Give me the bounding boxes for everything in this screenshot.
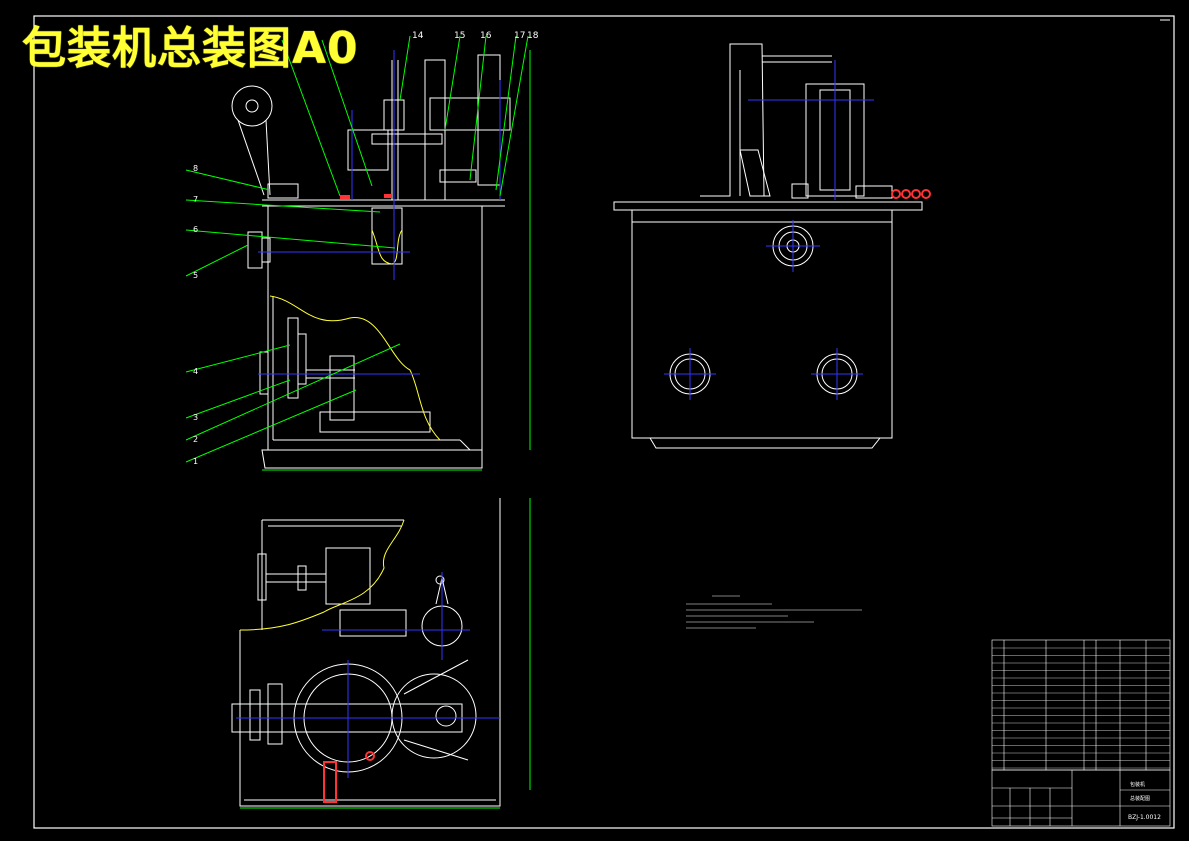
parts-list-rows (992, 647, 1170, 769)
plan-view-red-parts (323, 751, 375, 803)
parts-list (991, 639, 1171, 771)
balloon-labels-top: 14 15 16 17 18 (412, 31, 539, 41)
plan-view-centerlines (236, 572, 500, 778)
assembly-drawing-canvas: 包装机 总装配图 BZJ-1.0012 14 15 16 17 18 8 7 6… (33, 15, 1175, 829)
balloon-3: 3 (193, 413, 198, 422)
title-block-drawing-name: 总装配图 (1130, 795, 1150, 802)
technical-notes (686, 595, 862, 629)
drawing-title: 包装机总装图A0 (22, 23, 359, 74)
balloon-2: 2 (193, 435, 198, 444)
side-view-centerlines (664, 60, 874, 400)
front-view-leaders (185, 35, 531, 471)
plan-view (231, 498, 501, 807)
balloon-16: 16 (480, 31, 492, 41)
balloon-14: 14 (412, 31, 424, 41)
balloon-15: 15 (454, 31, 465, 41)
balloon-18: 18 (527, 31, 539, 41)
sheet-frame (33, 15, 1175, 829)
balloon-5: 5 (193, 271, 198, 280)
balloon-6: 6 (193, 225, 198, 234)
balloon-8: 8 (193, 164, 198, 173)
balloon-17: 17 (514, 31, 525, 41)
balloon-4: 4 (193, 367, 198, 376)
front-view-red-parts (340, 194, 392, 199)
balloon-7: 7 (193, 195, 198, 204)
front-view (231, 54, 511, 469)
balloon-1: 1 (193, 457, 198, 466)
plan-view-leaders (240, 498, 531, 809)
side-view-red-parts (891, 189, 931, 199)
title-block-part-name: 包装机 (1130, 781, 1145, 788)
balloon-labels-left: 8 7 6 5 4 3 2 1 (193, 164, 198, 466)
title-block-drawing-no: BZJ-1.0012 (1128, 814, 1161, 821)
